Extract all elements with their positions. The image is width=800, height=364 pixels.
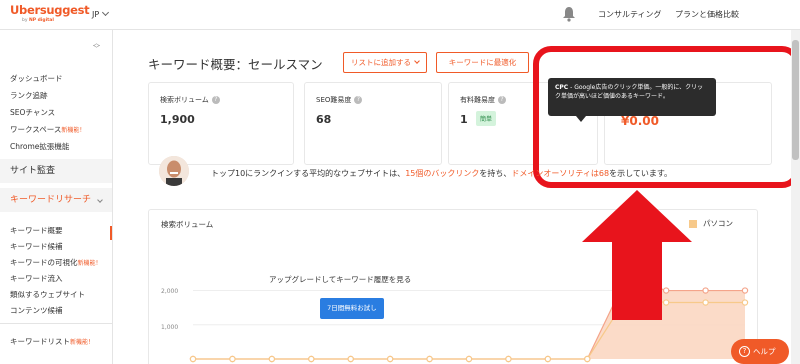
data-point[interactable] bbox=[584, 355, 591, 363]
help-icon[interactable]: ? bbox=[211, 96, 220, 104]
sidebar-item-keyword-ideas[interactable]: キーワード候補 bbox=[10, 241, 63, 252]
insight-domain-authority: ドメインオーソリティは68 bbox=[511, 169, 610, 178]
sidebar-divider bbox=[0, 323, 112, 324]
insight-part: を持ち、 bbox=[479, 169, 512, 178]
search-volume-card: 検索ボリューム? 1,900 bbox=[148, 82, 294, 165]
insight-text: トップ10にランクインする平均的なウェブサイトは、15個のバックリンクを持ち、ド… bbox=[211, 168, 672, 179]
top-bar: Ubersuggest by NP digital JP コンサルティング プラ… bbox=[0, 0, 800, 30]
sidebar-section-label: サイト監査 bbox=[10, 166, 56, 176]
insight-part: トップ10にランクインする平均的なウェブサイトは、 bbox=[211, 169, 406, 178]
help-label: ヘルプ bbox=[753, 347, 776, 356]
card-label-text: SEO難易度 bbox=[316, 96, 352, 104]
sidebar: ︿ ﹀ ダッシュボード ランク追跡 SEOチャンス ワークスペース新機能！ Chr… bbox=[0, 30, 113, 364]
sidebar-item-keyword-visualize[interactable]: キーワードの可視化新機能！ bbox=[10, 257, 102, 268]
sidebar-item-keyword-overview[interactable]: キーワード概要 bbox=[10, 225, 63, 236]
free-trial-button[interactable]: 7日間無料お試し bbox=[320, 298, 384, 319]
sidebar-item-label: キーワードの可視化 bbox=[10, 258, 78, 267]
sidebar-item-seo-chance[interactable]: SEOチャンス bbox=[10, 107, 55, 118]
highlight-frame bbox=[533, 46, 800, 188]
card-label-text: 有料難易度 bbox=[460, 96, 495, 104]
sidebar-section-keyword-research[interactable]: キーワードリサーチ bbox=[0, 188, 112, 212]
data-point[interactable] bbox=[308, 355, 315, 363]
avatar-image bbox=[159, 156, 189, 186]
help-circle-icon: ? bbox=[739, 346, 750, 357]
nav-plans-link[interactable]: プランと価格比較 bbox=[675, 9, 739, 20]
new-badge: 新機能！ bbox=[61, 127, 86, 134]
paid-difficulty-value: 1 bbox=[460, 113, 468, 126]
sidebar-item-chrome-extension[interactable]: Chrome拡張機能 bbox=[10, 141, 69, 152]
data-point[interactable] bbox=[465, 355, 473, 363]
main-content: キーワード概要：セールスマン リストに追加する キーワードに最適化 検索ボリュー… bbox=[114, 30, 800, 364]
insight-part: を示しています。 bbox=[609, 169, 673, 178]
language-selector[interactable]: JP bbox=[92, 8, 110, 19]
help-button[interactable]: ? ヘルプ bbox=[731, 339, 789, 364]
avatar bbox=[159, 156, 189, 186]
logo-brand: NP digital bbox=[28, 18, 54, 23]
data-point[interactable] bbox=[268, 355, 276, 363]
sidebar-item-content-ideas[interactable]: コンテンツ候補 bbox=[10, 305, 63, 316]
new-badge: 新機能！ bbox=[70, 339, 95, 346]
add-to-list-label: リストに追加する bbox=[351, 58, 411, 67]
data-point[interactable] bbox=[702, 287, 709, 294]
seo-difficulty-value: 68 bbox=[316, 113, 332, 126]
sidebar-item-rank-tracking[interactable]: ランク追跡 bbox=[10, 90, 48, 101]
sidebar-item-label: ワークスペース bbox=[10, 125, 62, 134]
sidebar-item-dashboard[interactable]: ダッシュボード bbox=[10, 73, 63, 84]
paid-difficulty-label: 有料難易度? bbox=[460, 95, 506, 105]
new-badge: 新機能！ bbox=[77, 260, 102, 267]
chevron-down-icon bbox=[102, 8, 110, 17]
nav-consulting-link[interactable]: コンサルティング bbox=[598, 9, 662, 20]
data-point[interactable] bbox=[426, 355, 433, 363]
chart-title: 検索ボリューム bbox=[161, 220, 214, 229]
sidebar-item-workspace[interactable]: ワークスペース新機能！ bbox=[10, 124, 85, 135]
card-label-text: 検索ボリューム bbox=[160, 96, 209, 104]
y-tick-label: 1,000 bbox=[161, 324, 179, 331]
chart-legend[interactable]: パソコン bbox=[689, 218, 733, 229]
sidebar-section-label: キーワードリサーチ bbox=[10, 195, 92, 205]
logo[interactable]: Ubersuggest by NP digital bbox=[10, 3, 90, 23]
logo-text: Ubersuggest bbox=[10, 3, 90, 17]
scrollbar[interactable] bbox=[791, 30, 800, 364]
bell-icon[interactable] bbox=[562, 6, 576, 22]
chevron-down-icon bbox=[414, 58, 420, 64]
logo-by: by bbox=[22, 18, 28, 23]
chevron-down-icon bbox=[97, 197, 103, 203]
sidebar-active-indicator bbox=[110, 226, 112, 240]
sidebar-item-keyword-list[interactable]: キーワードリスト新機能！ bbox=[10, 336, 94, 347]
data-point[interactable] bbox=[189, 355, 197, 363]
sidebar-item-label: キーワードリスト bbox=[10, 337, 70, 346]
sidebar-section-site-audit[interactable]: サイト監査 bbox=[0, 159, 112, 183]
optimize-keyword-button[interactable]: キーワードに最適化 bbox=[436, 52, 529, 73]
collapse-toggle-icon[interactable]: ︿ ﹀ bbox=[93, 40, 100, 53]
add-to-list-button[interactable]: リストに追加する bbox=[343, 52, 427, 73]
data-point[interactable] bbox=[229, 355, 236, 363]
insight-backlinks: 15個のバックリンク bbox=[405, 169, 480, 178]
logo-byline: by NP digital bbox=[22, 18, 89, 23]
help-icon[interactable]: ? bbox=[498, 96, 506, 104]
seo-difficulty-label: SEO難易度? bbox=[316, 95, 363, 105]
search-volume-value: 1,900 bbox=[160, 113, 195, 126]
difficulty-badge: 簡単 bbox=[476, 111, 497, 126]
data-point[interactable] bbox=[741, 287, 749, 294]
y-tick-label: 2,000 bbox=[161, 288, 179, 295]
red-arrow-icon bbox=[582, 190, 692, 320]
data-point[interactable] bbox=[741, 299, 749, 306]
sidebar-item-similar-sites[interactable]: 類似するウェブサイト bbox=[10, 289, 85, 300]
search-volume-label: 検索ボリューム? bbox=[160, 95, 220, 105]
help-icon[interactable]: ? bbox=[354, 96, 363, 104]
sidebar-item-keyword-inflow[interactable]: キーワード流入 bbox=[10, 273, 63, 284]
data-point[interactable] bbox=[505, 355, 512, 363]
data-point[interactable] bbox=[386, 355, 394, 363]
data-point[interactable] bbox=[702, 299, 709, 306]
data-point[interactable] bbox=[347, 355, 354, 363]
seo-difficulty-card: SEO難易度? 68 bbox=[304, 82, 442, 165]
scrollbar-thumb[interactable] bbox=[792, 40, 799, 160]
legend-label: パソコン bbox=[703, 219, 733, 228]
language-label: JP bbox=[92, 10, 100, 19]
data-point[interactable] bbox=[544, 355, 552, 363]
upgrade-prompt: アップグレードしてキーワード履歴を見る bbox=[269, 275, 412, 284]
page-title: キーワード概要：セールスマン bbox=[148, 57, 323, 72]
